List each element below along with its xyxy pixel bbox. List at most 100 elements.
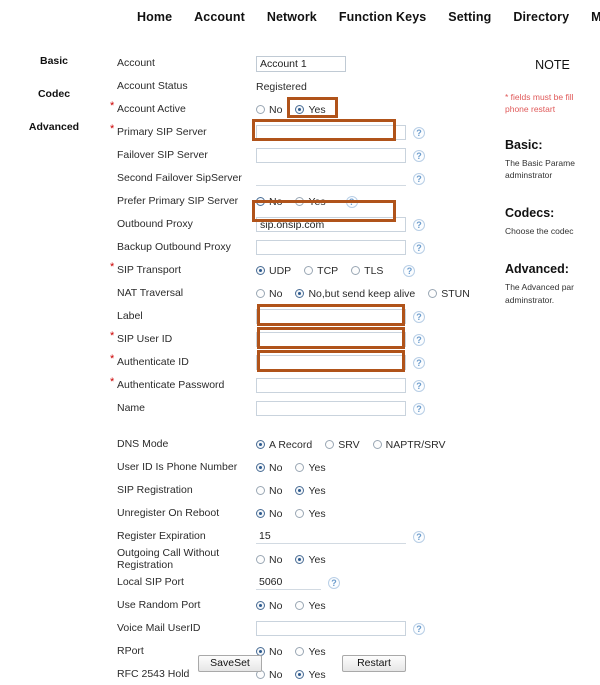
help-question-icon[interactable]: ?: [413, 402, 425, 415]
radio-label: No: [269, 645, 283, 658]
radio-rport-yes[interactable]: Yes: [295, 646, 326, 658]
radio-dot-icon: [256, 486, 265, 495]
radio-sip-transport-udp[interactable]: UDP: [256, 265, 291, 277]
radio-rfc2543-yes[interactable]: Yes: [295, 668, 326, 681]
radio-label: UDP: [269, 264, 292, 277]
radio-dot-icon: [428, 289, 438, 298]
sidebar-item-advanced[interactable]: Advanced: [0, 121, 108, 133]
radio-dot-icon: [295, 197, 305, 206]
help-question-icon[interactable]: ?: [413, 530, 425, 543]
name-input[interactable]: [256, 401, 406, 416]
radio-dot-icon: [295, 647, 305, 656]
radio-label: No: [269, 461, 283, 474]
failover-sip-server-input[interactable]: [256, 148, 406, 163]
help-question-icon[interactable]: ?: [413, 218, 425, 231]
section-divider: [117, 420, 489, 433]
radio-dot-icon: [295, 105, 305, 114]
local-sip-port-input[interactable]: [256, 575, 321, 590]
help-question-icon[interactable]: ?: [345, 195, 358, 208]
sip-user-id-input[interactable]: [256, 332, 406, 347]
radio-userid-phone-yes[interactable]: Yes: [295, 462, 326, 474]
radio-sip-transport-tcp[interactable]: TCP: [304, 265, 338, 277]
help-question-icon[interactable]: ?: [413, 622, 425, 635]
help-question-icon[interactable]: ?: [413, 356, 425, 369]
help-question-icon[interactable]: ?: [413, 310, 425, 323]
radio-sip-transport-tls[interactable]: TLS: [351, 265, 383, 277]
radio-account-active-no[interactable]: No: [256, 104, 282, 116]
row-second-failover-sipserver: Second Failover SipServer ?: [117, 167, 489, 190]
radio-random-port-yes[interactable]: Yes: [295, 600, 326, 612]
authenticate-password-input[interactable]: [256, 378, 406, 393]
radio-unregister-yes[interactable]: Yes: [295, 508, 326, 520]
row-authenticate-password: Authenticate Password ?: [110, 374, 489, 397]
voice-mail-userid-input[interactable]: [256, 621, 406, 636]
radio-nat-stun[interactable]: STUN: [428, 288, 470, 300]
note-body-advanced-line-1: The Advanced par: [505, 281, 574, 292]
label-authenticate-password: Authenticate Password: [110, 377, 256, 392]
radio-dot-icon: [256, 440, 265, 449]
radio-account-active-yes[interactable]: Yes: [295, 104, 326, 116]
radio-dot-icon: [295, 463, 305, 472]
nav-item-account[interactable]: Account: [194, 10, 245, 24]
radio-outgoing-call-yes[interactable]: Yes: [295, 554, 326, 566]
radio-dot-icon: [351, 266, 361, 275]
radio-label: No,but send keep alive: [308, 287, 416, 300]
radio-userid-phone-no[interactable]: No: [256, 462, 282, 474]
help-question-icon[interactable]: ?: [413, 333, 425, 346]
help-question-icon[interactable]: ?: [413, 379, 425, 392]
restart-button[interactable]: Restart: [342, 655, 406, 672]
note-warning-line-1: * fields must be fill: [505, 92, 574, 102]
radio-nat-keepalive[interactable]: No,but send keep alive: [295, 288, 415, 300]
row-outgoing-call-without-registration: Outgoing Call Without Registration No Ye…: [117, 547, 489, 571]
radio-label: Yes: [308, 668, 326, 681]
help-question-icon[interactable]: ?: [413, 149, 425, 162]
help-question-icon[interactable]: ?: [403, 264, 416, 277]
row-failover-sip-server: Failover SIP Server ?: [117, 144, 489, 167]
help-question-icon[interactable]: ?: [413, 126, 425, 139]
nav-item-network[interactable]: Network: [267, 10, 317, 24]
account-select[interactable]: [256, 55, 346, 72]
radio-sip-registration-no[interactable]: No: [256, 485, 282, 497]
radio-dns-naptr-srv[interactable]: NAPTR/SRV: [372, 439, 446, 451]
second-failover-sipserver-input[interactable]: [256, 171, 406, 186]
row-dns-mode: DNS Mode A Record SRV NAPTR/SRV: [117, 433, 489, 456]
radio-label: STUN: [441, 287, 470, 300]
note-body-advanced: The Advanced par adminstrator.: [505, 281, 600, 307]
nav-item-home[interactable]: Home: [137, 10, 172, 24]
radio-sip-registration-yes[interactable]: Yes: [295, 485, 326, 497]
save-set-button[interactable]: SaveSet: [198, 655, 262, 672]
radio-dns-a-record[interactable]: A Record: [256, 439, 312, 451]
row-local-sip-port: Local SIP Port ?: [117, 571, 489, 594]
help-question-icon[interactable]: ?: [413, 172, 425, 185]
row-unregister-on-reboot: Unregister On Reboot No Yes: [117, 502, 489, 525]
radio-nat-no[interactable]: No: [256, 288, 282, 300]
backup-outbound-proxy-input[interactable]: [256, 240, 406, 255]
sidebar-item-basic[interactable]: Basic: [0, 55, 108, 67]
radio-unregister-no[interactable]: No: [256, 508, 282, 520]
radio-prefer-primary-yes[interactable]: Yes: [295, 196, 326, 208]
help-question-icon[interactable]: ?: [413, 241, 425, 254]
primary-sip-server-input[interactable]: [256, 125, 406, 140]
label-input[interactable]: [256, 309, 406, 324]
label-local-sip-port: Local SIP Port: [117, 575, 184, 588]
radio-outgoing-call-no[interactable]: No: [256, 554, 282, 566]
radio-prefer-primary-no[interactable]: No: [256, 196, 282, 208]
page-root: Home Account Network Function Keys Setti…: [0, 0, 600, 685]
nav-item-manage[interactable]: Manage: [591, 10, 600, 24]
note-body-codecs-line-1: Choose the codec: [505, 226, 574, 237]
sidebar-item-codec[interactable]: Codec: [0, 88, 108, 100]
outbound-proxy-input[interactable]: [256, 217, 406, 232]
authenticate-id-input[interactable]: [256, 355, 406, 370]
help-question-icon[interactable]: ?: [328, 576, 340, 589]
radio-dot-icon: [256, 289, 265, 298]
radio-label: No: [269, 599, 283, 612]
nav-item-directory[interactable]: Directory: [513, 10, 569, 24]
radio-label: A Record: [269, 438, 313, 451]
radio-label: No: [269, 195, 283, 208]
row-prefer-primary-sip-server: Prefer Primary SIP Server No Yes ?: [117, 190, 489, 213]
register-expiration-input[interactable]: [256, 529, 406, 544]
nav-item-setting[interactable]: Setting: [448, 10, 491, 24]
radio-dns-srv[interactable]: SRV: [325, 439, 360, 451]
nav-item-function-keys[interactable]: Function Keys: [339, 10, 426, 24]
radio-random-port-no[interactable]: No: [256, 600, 282, 612]
